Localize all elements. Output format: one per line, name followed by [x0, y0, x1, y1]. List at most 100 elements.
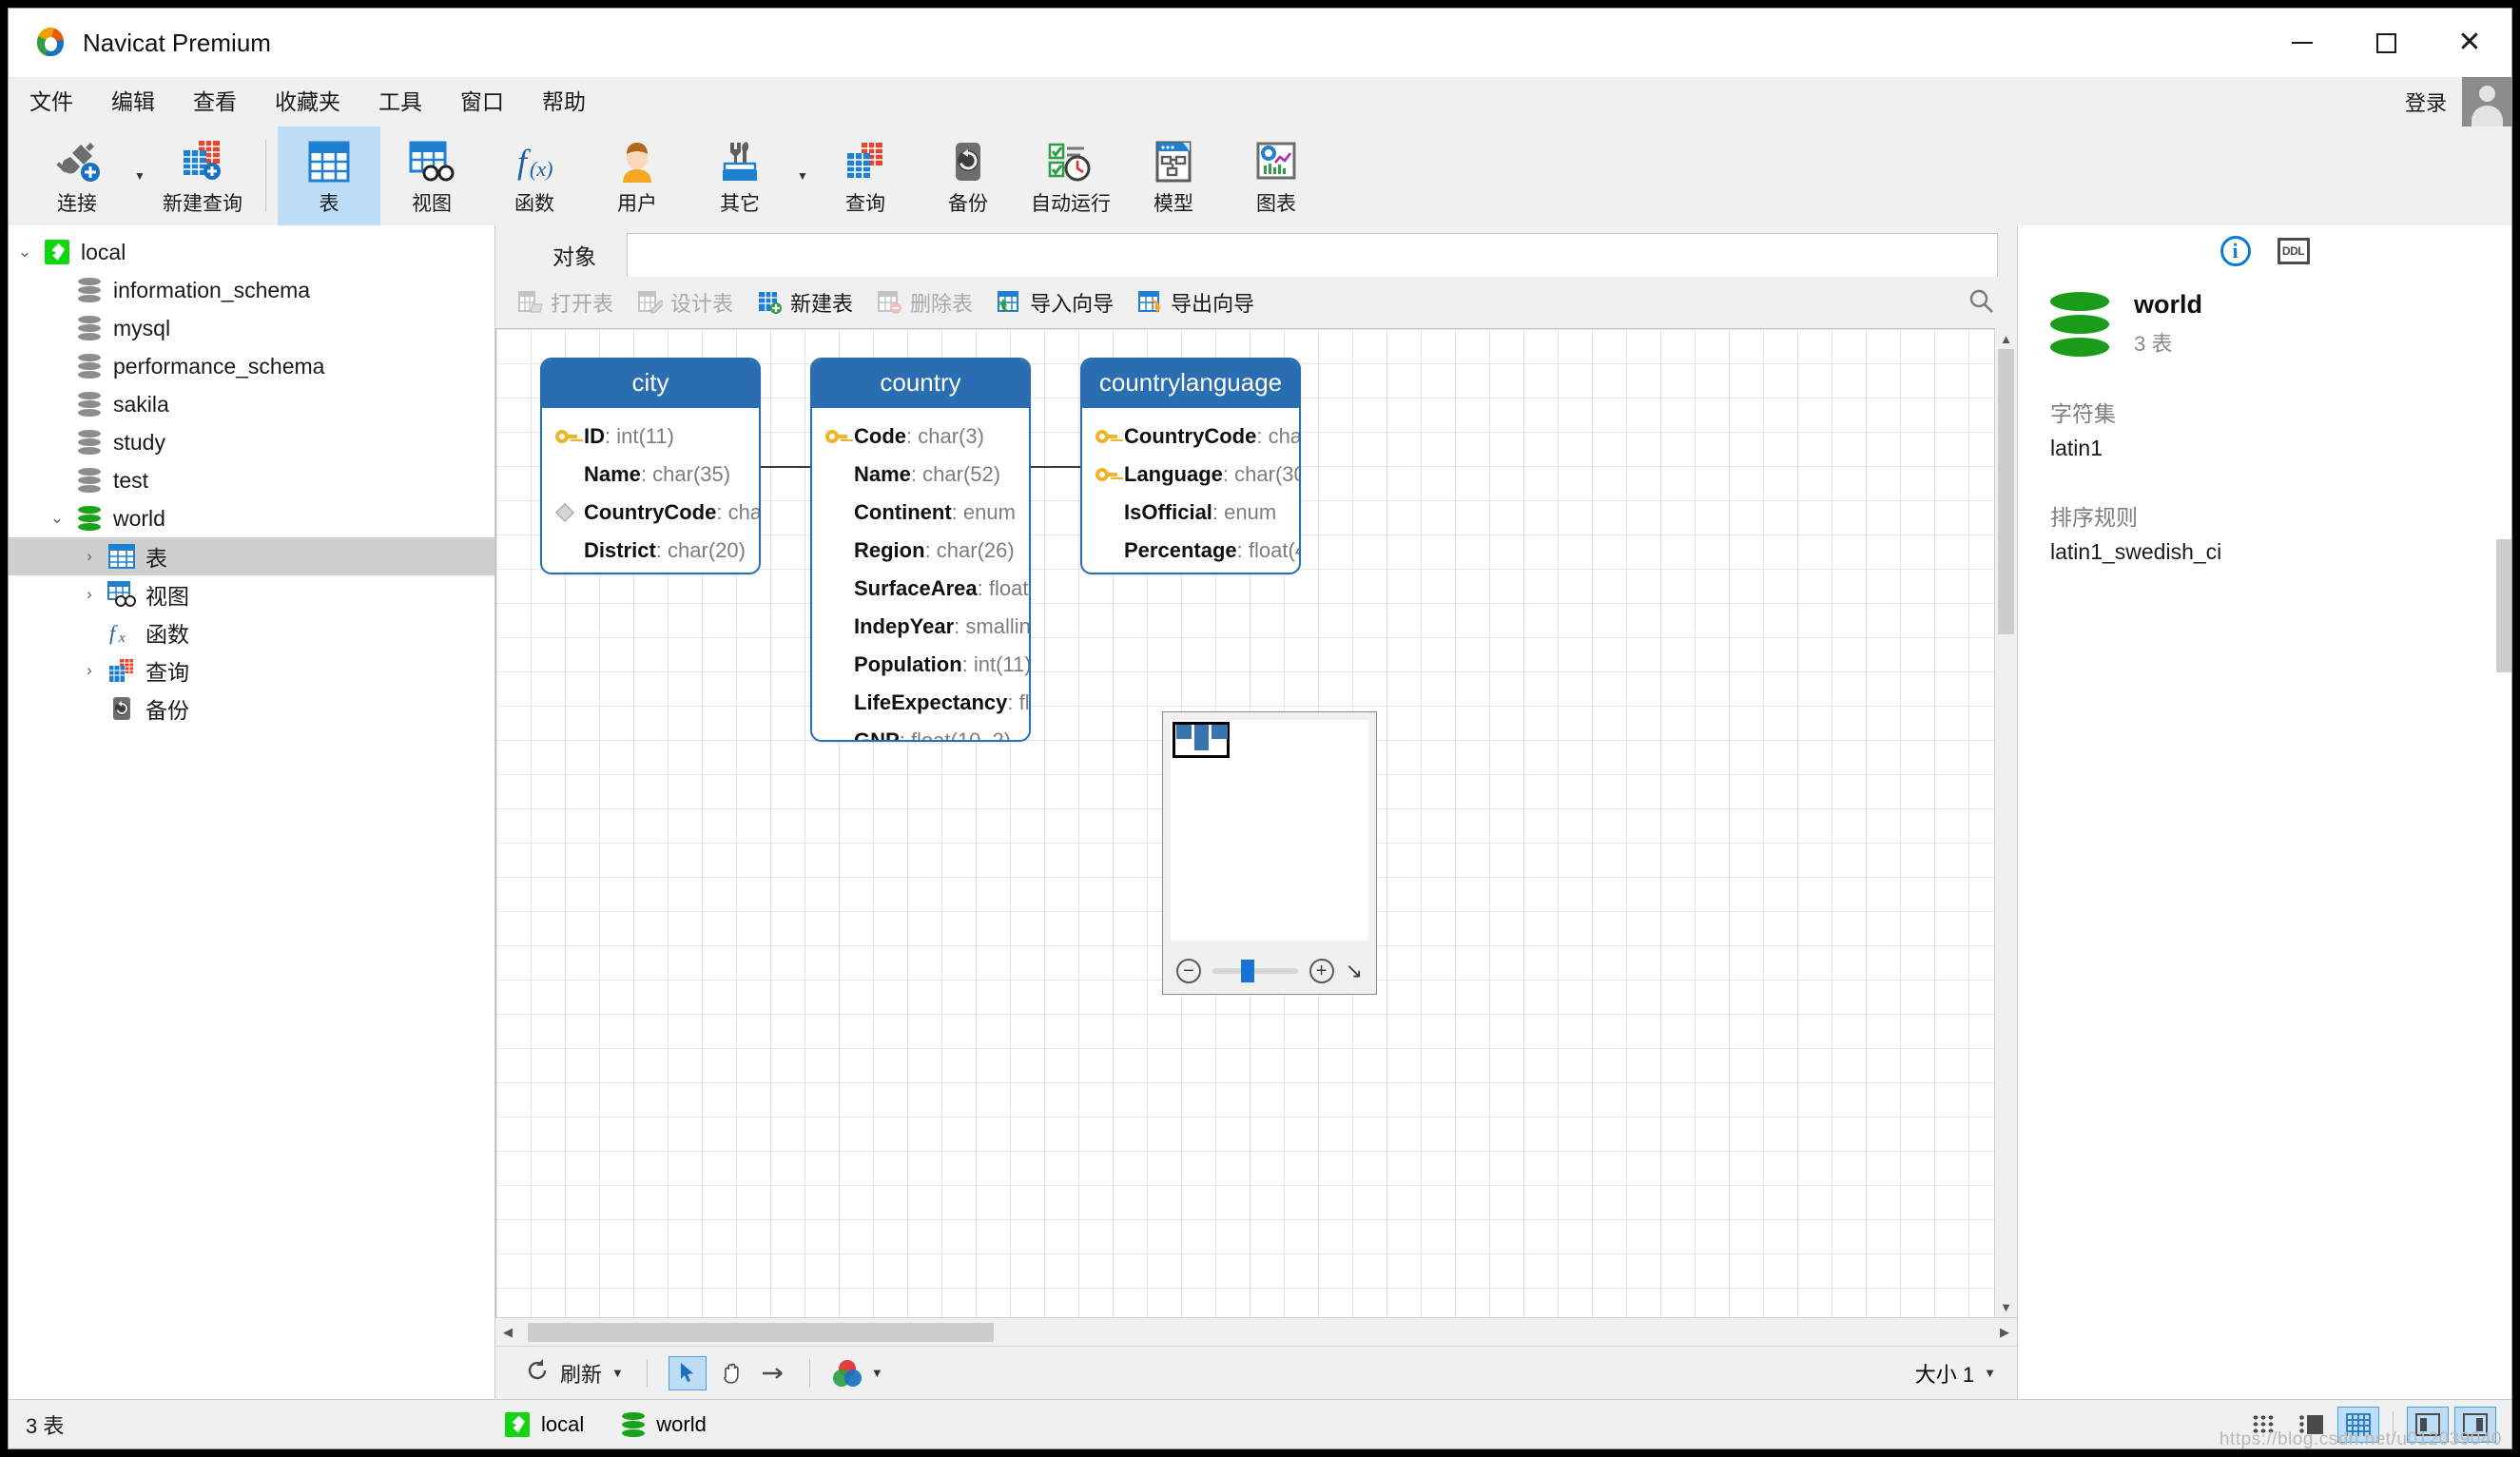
tab-objects[interactable]: 对象 — [522, 233, 627, 277]
menu-item-view[interactable]: 查看 — [176, 77, 254, 126]
export-wizard-button[interactable]: 导出向导 — [1138, 287, 1254, 318]
list-view-icon[interactable] — [2290, 1407, 2332, 1443]
tree-item-queries[interactable]: › 查询 — [9, 651, 494, 690]
info-panel-scrollbar[interactable] — [2496, 539, 2511, 672]
left-panel-icon[interactable] — [2407, 1406, 2449, 1443]
toolbar-button-table[interactable]: 表 — [278, 126, 380, 225]
tree-item-views[interactable]: › 视图 — [9, 575, 494, 613]
menu-item-favorites[interactable]: 收藏夹 — [258, 77, 358, 126]
search-icon[interactable] — [1968, 287, 1994, 319]
new-table-button[interactable]: 新建表 — [758, 287, 853, 318]
er-table-city[interactable]: city ID: int(11) Name: char(35) CountryC… — [540, 358, 761, 574]
connection-chevron-down-icon[interactable]: ▼ — [128, 126, 151, 225]
right-panel-icon[interactable] — [2454, 1406, 2496, 1443]
design-table-button[interactable]: 设计表 — [638, 287, 733, 318]
primary-key-icon — [555, 430, 584, 443]
toolbar-button-function[interactable]: f (x) 函数 — [483, 126, 586, 225]
canvas-horizontal-scrollbar[interactable]: ◀ ▶ — [495, 1317, 2017, 1346]
tree-item-world[interactable]: ⌄ world — [9, 499, 494, 537]
tree-item-mysql[interactable]: mysql — [9, 309, 494, 347]
query-icon — [843, 135, 888, 183]
chevron-down-icon[interactable]: ⌄ — [9, 243, 41, 262]
ddl-icon[interactable]: DDL — [2277, 238, 2310, 264]
primary-key-icon — [825, 430, 854, 443]
menu-item-window[interactable]: 窗口 — [443, 77, 521, 126]
size-control[interactable]: 大小 1 ▼ — [1915, 1358, 1996, 1389]
toolbar-button-user[interactable]: 用户 — [586, 126, 688, 225]
tree-item-sakila[interactable]: sakila — [9, 385, 494, 423]
zoom-in-icon[interactable]: + — [1308, 959, 1334, 983]
tree-item-local[interactable]: ⌄ local — [9, 233, 494, 271]
tree-item-performance-schema[interactable]: performance_schema — [9, 347, 494, 385]
toolbar-button-other[interactable]: 其它 — [688, 126, 791, 225]
scroll-up-icon[interactable]: ▲ — [2000, 328, 2012, 349]
chevron-down-icon[interactable]: ⌄ — [41, 509, 73, 528]
status-connection-local[interactable]: local — [505, 1411, 584, 1437]
status-connection-world[interactable]: world — [622, 1411, 707, 1437]
toolbar-button-chart[interactable]: 图表 — [1225, 126, 1328, 225]
charset-label: 字符集 — [2050, 401, 2116, 426]
maximize-icon[interactable] — [2344, 9, 2428, 77]
menu-item-help[interactable]: 帮助 — [525, 77, 603, 126]
user-avatar-icon[interactable] — [2462, 77, 2511, 126]
info-icon[interactable]: i — [2220, 236, 2251, 266]
toolbar-button-view[interactable]: 视图 — [380, 126, 483, 225]
scroll-left-icon[interactable]: ◀ — [495, 1325, 520, 1340]
menu-item-edit[interactable]: 编辑 — [94, 77, 172, 126]
vertical-scroll-track[interactable] — [1995, 349, 2017, 1296]
chevron-right-icon[interactable]: › — [73, 547, 106, 566]
chevron-right-icon[interactable]: › — [73, 585, 106, 604]
minimap-canvas[interactable] — [1171, 720, 1368, 941]
toolbar-button-connection[interactable]: 连接 — [26, 126, 128, 225]
import-wizard-label: 导入向导 — [1030, 292, 1115, 316]
chevron-right-icon[interactable]: › — [73, 661, 106, 680]
toolbar-button-backup[interactable]: 备份 — [917, 126, 1019, 225]
toolbar-button-model[interactable]: 模型 — [1122, 126, 1225, 225]
diagram-minimap[interactable]: − + ↘ — [1162, 711, 1377, 995]
er-table-country[interactable]: country Code: char(3) Name: char(52) Con… — [810, 358, 1031, 742]
login-link[interactable]: 登录 — [2405, 87, 2447, 117]
fit-to-window-icon[interactable]: ↘ — [1346, 961, 1363, 981]
refresh-button[interactable]: 刷新 ▼ — [516, 1357, 631, 1389]
color-button[interactable]: ▼ — [825, 1359, 891, 1387]
tree-item-study[interactable]: study — [9, 423, 494, 461]
size-chevron-down-icon[interactable]: ▼ — [1984, 1366, 1996, 1380]
zoom-slider-handle[interactable] — [1241, 960, 1255, 982]
tree-item-information-schema[interactable]: information_schema — [9, 271, 494, 309]
toolbar-button-automation[interactable]: 自动运行 — [1019, 126, 1122, 225]
pointer-tool-icon[interactable] — [668, 1355, 707, 1390]
zoom-slider[interactable] — [1212, 960, 1298, 982]
scroll-down-icon[interactable]: ▼ — [2000, 1296, 2012, 1317]
tree-item-backups[interactable]: 备份 — [9, 690, 494, 728]
er-diagram-icon[interactable] — [2337, 1406, 2379, 1443]
horizontal-scroll-thumb[interactable] — [528, 1322, 994, 1342]
relation-tool-icon[interactable] — [756, 1356, 794, 1390]
menu-item-tools[interactable]: 工具 — [361, 77, 439, 126]
tree-item-tables[interactable]: › 表 — [9, 537, 494, 575]
menu-item-file[interactable]: 文件 — [12, 77, 90, 126]
horizontal-scroll-track[interactable] — [520, 1322, 1992, 1342]
delete-table-button[interactable]: 删除表 — [878, 287, 973, 318]
er-diagram-canvas[interactable]: city ID: int(11) Name: char(35) CountryC… — [495, 328, 1994, 1317]
open-table-button[interactable]: 打开表 — [518, 287, 613, 318]
import-wizard-button[interactable]: 导入向导 — [998, 287, 1114, 318]
database-gray-icon — [73, 392, 106, 417]
charset-field: 字符集 latin1 — [2018, 396, 2511, 461]
hand-tool-icon[interactable] — [712, 1356, 750, 1390]
toolbar-button-query[interactable]: 查询 — [814, 126, 917, 225]
vertical-scroll-thumb[interactable] — [1998, 349, 2014, 634]
er-table-countrylanguage[interactable]: countrylanguage CountryCode: char(3) Lan… — [1080, 358, 1301, 574]
minimize-icon[interactable] — [2260, 9, 2344, 77]
canvas-vertical-scrollbar[interactable]: ▲ ▼ — [1994, 328, 2017, 1317]
zoom-out-icon[interactable]: − — [1176, 959, 1201, 983]
close-icon[interactable]: ✕ — [2428, 9, 2511, 77]
tree-item-test[interactable]: test — [9, 461, 494, 499]
tree-item-functions[interactable]: f x 函数 — [9, 613, 494, 651]
refresh-chevron-down-icon[interactable]: ▼ — [611, 1366, 624, 1380]
toolbar-button-new-query[interactable]: 新建查询 — [151, 126, 254, 225]
other-chevron-down-icon[interactable]: ▼ — [791, 126, 814, 225]
detail-grid-icon[interactable] — [2242, 1407, 2284, 1443]
color-chevron-down-icon[interactable]: ▼ — [871, 1366, 883, 1380]
er-column-row: Continent: enum — [854, 500, 1016, 524]
scroll-right-icon[interactable]: ▶ — [1992, 1325, 2017, 1340]
